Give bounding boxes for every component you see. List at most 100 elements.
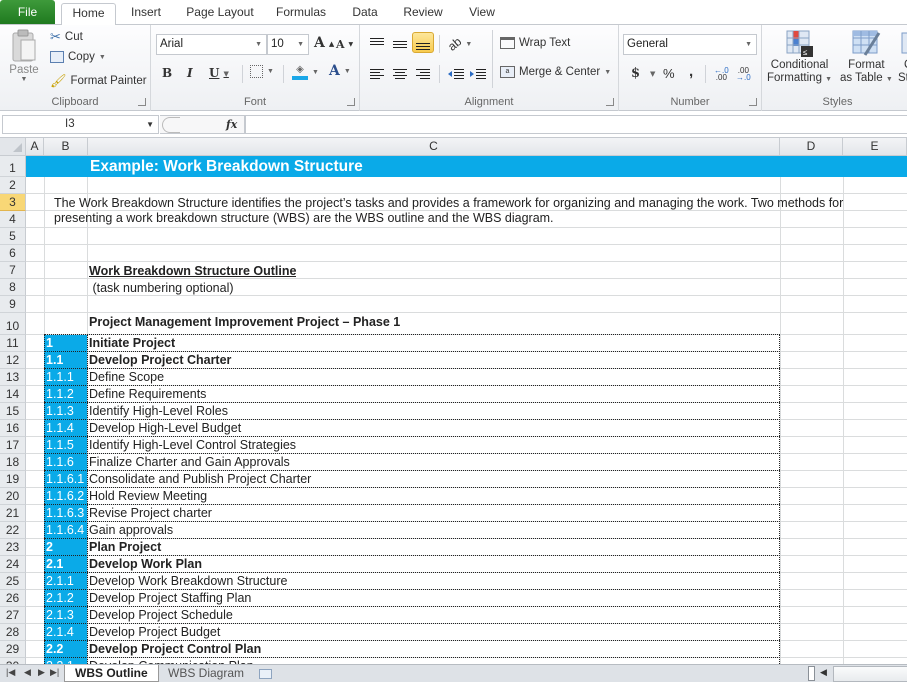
underline-button[interactable]: U ▼ (209, 66, 229, 80)
row-header-14[interactable]: 14 (0, 386, 26, 403)
tab-data[interactable]: Data (343, 3, 387, 25)
horizontal-scrollbar[interactable] (833, 666, 907, 682)
insert-function-icon[interactable]: fx (226, 116, 237, 133)
cut-button[interactable]: ✂ Cut (50, 29, 83, 45)
tab-insert[interactable]: Insert (122, 3, 170, 25)
clipboard-launcher-icon[interactable] (138, 98, 146, 106)
borders-button[interactable]: ▼ (250, 65, 274, 78)
row-header-16[interactable]: 16 (0, 420, 26, 437)
row-header-29[interactable]: 29 (0, 641, 26, 658)
currency-button[interactable]: $ ▼ (631, 66, 655, 81)
percent-button[interactable]: % (663, 66, 675, 81)
insert-sheet-button[interactable] (253, 665, 278, 682)
row-header-22[interactable]: 22 (0, 522, 26, 539)
paste-button[interactable]: Paste ▼ (6, 28, 42, 83)
row-header-26[interactable]: 26 (0, 590, 26, 607)
sheet-tab-wbs-diagram[interactable]: WBS Diagram (158, 665, 254, 682)
format-as-table-button[interactable]: Format as Table ▼ (840, 29, 893, 86)
shrink-font-button[interactable]: A ▼ (336, 38, 353, 51)
tab-file[interactable]: File (0, 0, 55, 24)
name-box[interactable]: I3 ▼ (2, 115, 159, 134)
wbs-task-name: Revise Project charter (89, 506, 212, 520)
column-header-e[interactable]: E (843, 138, 907, 156)
row-header-13[interactable]: 13 (0, 369, 26, 386)
copy-button[interactable]: Copy ▼ (50, 51, 106, 63)
font-name-select[interactable]: Arial ▼ (156, 34, 267, 55)
row-header-11[interactable]: 11 (0, 335, 26, 352)
increase-indent-icon[interactable] (470, 68, 486, 80)
align-bottom-button[interactable] (412, 32, 434, 53)
align-top-icon[interactable] (370, 37, 384, 49)
tab-formulas[interactable]: Formulas (270, 3, 332, 25)
fill-color-button[interactable]: ◈ ▼ (292, 64, 319, 80)
row-header-12[interactable]: 12 (0, 352, 26, 369)
merge-center-button[interactable]: a Merge & Center ▼ (500, 66, 611, 78)
tab-split-handle[interactable] (808, 666, 815, 681)
row-header-8[interactable]: 8 (0, 279, 26, 296)
row-header-28[interactable]: 28 (0, 624, 26, 641)
row-header-9[interactable]: 9 (0, 296, 26, 313)
align-right-icon[interactable] (416, 68, 430, 80)
sheet-tab-wbs-outline[interactable]: WBS Outline (64, 665, 159, 682)
alignment-launcher-icon[interactable] (606, 98, 614, 106)
column-header-d[interactable]: D (780, 138, 843, 156)
fill-dropdown-icon: ▼ (312, 68, 319, 76)
row-header-20[interactable]: 20 (0, 488, 26, 505)
decrease-decimal-button[interactable]: .00 →.0 (736, 67, 751, 82)
row-header-17[interactable]: 17 (0, 437, 26, 454)
prev-sheet-icon[interactable]: ◀ (24, 667, 31, 678)
row-header-21[interactable]: 21 (0, 505, 26, 522)
column-header-b[interactable]: B (44, 138, 88, 156)
row-header-3[interactable]: 3 (0, 194, 26, 211)
tab-review[interactable]: Review (397, 3, 449, 25)
increase-decimal-button[interactable]: ←.0.00 (714, 67, 729, 82)
last-sheet-icon[interactable]: ▶| (50, 667, 59, 678)
font-size-select[interactable]: 10 ▼ (267, 34, 309, 55)
row-header-6[interactable]: 6 (0, 245, 26, 262)
wbs-number: 1.1.6.3 (44, 505, 87, 522)
align-left-icon[interactable] (370, 68, 384, 80)
select-all-button[interactable] (0, 138, 26, 156)
first-sheet-icon[interactable]: |◀ (6, 667, 15, 678)
row-header-7[interactable]: 7 (0, 262, 26, 279)
italic-button[interactable]: I (187, 66, 193, 80)
row-header-2[interactable]: 2 (0, 177, 26, 194)
row-header-23[interactable]: 23 (0, 539, 26, 556)
align-center-icon[interactable] (393, 68, 407, 80)
formula-resize-handle[interactable] (162, 117, 180, 133)
row-header-15[interactable]: 15 (0, 403, 26, 420)
comma-button[interactable]: , (689, 63, 693, 80)
orientation-button[interactable]: ab ▼ (445, 34, 472, 53)
tab-page-layout[interactable]: Page Layout (180, 3, 260, 25)
row-header-27[interactable]: 27 (0, 607, 26, 624)
tab-home[interactable]: Home (61, 3, 116, 26)
font-launcher-icon[interactable] (347, 98, 355, 106)
decrease-indent-icon[interactable] (448, 68, 464, 80)
wbs-number: 1.1 (44, 352, 87, 369)
format-painter-button[interactable]: 🖌 Format Painter (50, 73, 147, 89)
row-header-25[interactable]: 25 (0, 573, 26, 590)
column-header-a[interactable]: A (26, 138, 44, 156)
align-middle-icon[interactable] (393, 39, 407, 51)
grow-font-button[interactable]: A ▲ (314, 35, 334, 51)
font-color-icon: A (329, 63, 340, 79)
number-format-select[interactable]: General ▼ (623, 34, 757, 55)
column-header-c[interactable]: C (88, 138, 780, 156)
row-header-24[interactable]: 24 (0, 556, 26, 573)
cell-styles-button[interactable]: C Sty (898, 29, 907, 85)
next-sheet-icon[interactable]: ▶ (38, 667, 45, 678)
wbs-task-name: Develop Work Plan (89, 557, 202, 571)
conditional-formatting-button[interactable]: ≤ Conditional Formatting ▼ (767, 29, 832, 86)
row-header-1[interactable]: 1 (0, 156, 26, 177)
row-header-4[interactable]: 4 (0, 211, 26, 228)
font-color-button[interactable]: A ▼ (329, 63, 351, 79)
wrap-text-button[interactable]: Wrap Text (500, 37, 570, 49)
row-header-5[interactable]: 5 (0, 228, 26, 245)
row-header-19[interactable]: 19 (0, 471, 26, 488)
scroll-left-icon[interactable]: ◀ (820, 667, 827, 678)
bold-button[interactable]: B (162, 66, 172, 80)
formula-input[interactable] (245, 115, 907, 134)
row-header-18[interactable]: 18 (0, 454, 26, 471)
row-header-10[interactable]: 10 (0, 313, 26, 335)
tab-view[interactable]: View (460, 3, 504, 25)
